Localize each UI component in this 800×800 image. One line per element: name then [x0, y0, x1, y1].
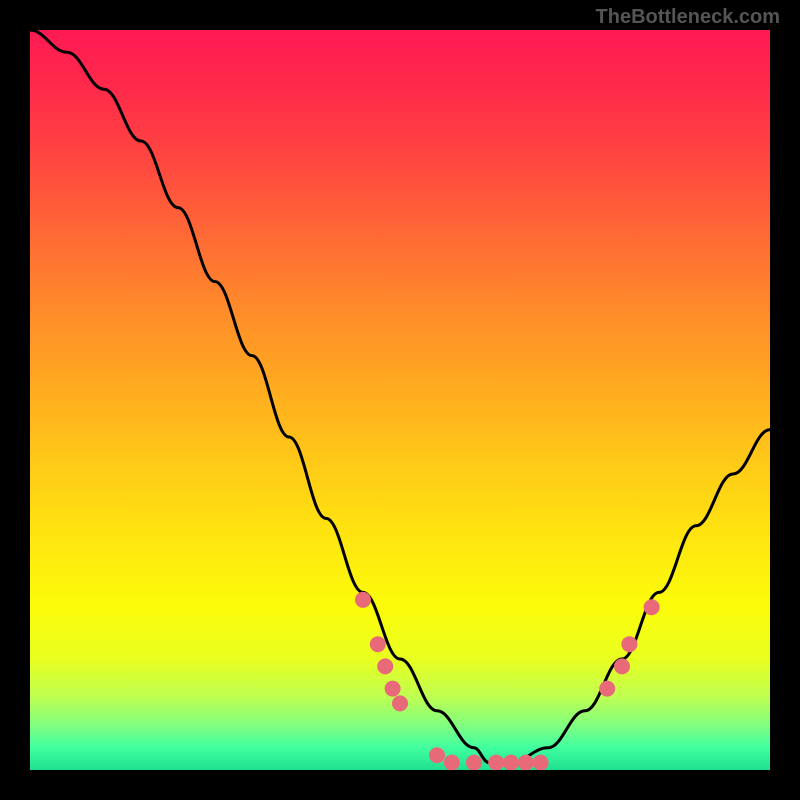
watermark-text: TheBottleneck.com — [596, 6, 780, 29]
data-point — [488, 755, 504, 770]
data-point — [518, 755, 534, 770]
data-point — [533, 755, 549, 770]
bottleneck-curve — [30, 30, 770, 763]
plot-area — [30, 30, 770, 770]
data-point — [385, 681, 401, 697]
data-point — [370, 636, 386, 652]
data-point — [429, 747, 445, 763]
data-point — [355, 592, 371, 608]
data-point — [599, 681, 615, 697]
data-point — [444, 755, 460, 770]
data-point — [392, 695, 408, 711]
data-point — [644, 599, 660, 615]
data-point — [503, 755, 519, 770]
chart-container: TheBottleneck.com — [0, 0, 800, 800]
scatter-points — [355, 592, 660, 770]
data-point — [614, 658, 630, 674]
data-point — [466, 755, 482, 770]
chart-svg — [30, 30, 770, 770]
data-point — [621, 636, 637, 652]
data-point — [377, 658, 393, 674]
